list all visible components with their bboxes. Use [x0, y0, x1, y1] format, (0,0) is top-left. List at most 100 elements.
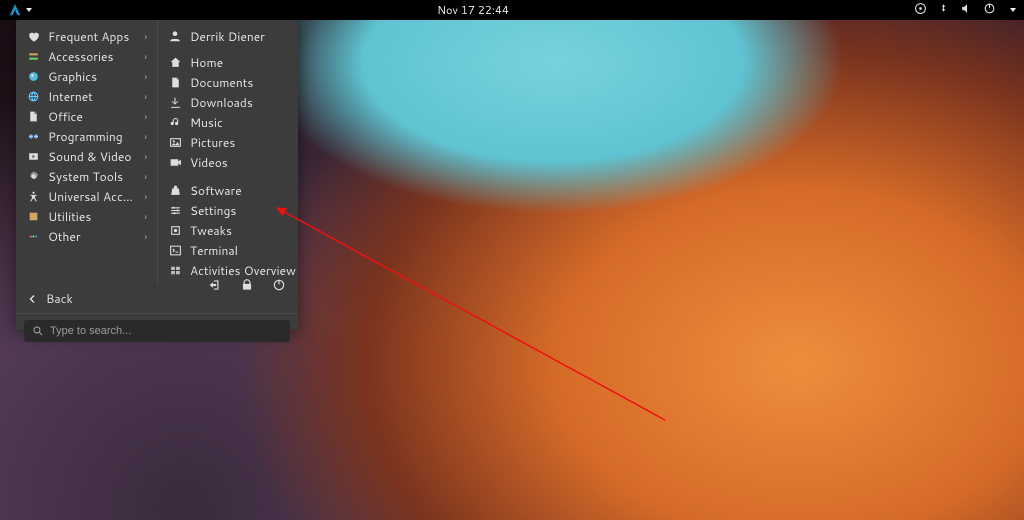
chevron-right-icon: ›	[145, 30, 147, 43]
user-row[interactable]: Derrik Diener	[158, 26, 306, 46]
label: Documents	[190, 74, 296, 91]
lock-button[interactable]	[238, 276, 256, 294]
search-input[interactable]	[50, 325, 282, 337]
menu-categories: Frequent Apps›Accessories›Graphics›Inter…	[16, 20, 158, 284]
network-icon[interactable]	[937, 2, 950, 19]
menu-categories-5[interactable]: Programming ›	[16, 126, 157, 146]
label: Videos	[190, 154, 296, 171]
power-button[interactable]	[270, 276, 288, 294]
home-icon	[168, 56, 182, 69]
chevron-right-icon: ›	[145, 170, 147, 183]
menu-right-pane: Derrik Diener Home Documents Downloads Musi…	[158, 20, 306, 284]
chevron-right-icon: ›	[145, 130, 147, 143]
label: Graphics	[48, 68, 137, 85]
vid-icon	[168, 156, 182, 169]
menu-categories-6[interactable]: Sound & Video ›	[16, 146, 157, 166]
menu-categories-0[interactable]: Frequent Apps ›	[16, 26, 157, 46]
label: Terminal	[190, 242, 296, 259]
menu-places-1[interactable]: Documents	[158, 72, 306, 92]
menu-categories-4[interactable]: Office ›	[16, 106, 157, 126]
menu-system-0[interactable]: Software	[158, 180, 306, 200]
term-icon	[168, 244, 182, 257]
acc-icon	[26, 50, 40, 63]
menu-places: Home Documents Downloads Music Pictures Video…	[158, 52, 306, 172]
label: Home	[190, 54, 296, 71]
label: Utilities	[48, 208, 137, 225]
label: Programming	[48, 128, 137, 145]
menu-categories-7[interactable]: System Tools ›	[16, 166, 157, 186]
menu-places-4[interactable]: Pictures	[158, 132, 306, 152]
label: Sound & Video	[48, 148, 137, 165]
util-icon	[26, 210, 40, 223]
application-menu: Frequent Apps›Accessories›Graphics›Inter…	[16, 20, 298, 330]
chevron-right-icon: ›	[145, 50, 147, 63]
user-icon	[168, 29, 182, 43]
menu-columns: Frequent Apps›Accessories›Graphics›Inter…	[16, 20, 298, 284]
other-icon	[26, 230, 40, 243]
disk-icon[interactable]	[914, 2, 927, 19]
menu-categories-1[interactable]: Accessories ›	[16, 46, 157, 66]
doc-icon	[168, 76, 182, 89]
top-bar: Nov 17 22:44	[0, 0, 1024, 20]
menu-categories-8[interactable]: Universal Access ›	[16, 186, 157, 206]
label: Pictures	[190, 134, 296, 151]
chevron-right-icon: ›	[145, 210, 147, 223]
code-icon	[26, 130, 40, 143]
chevron-right-icon: ›	[145, 150, 147, 163]
back-label: Back	[46, 290, 73, 307]
menu-places-3[interactable]: Music	[158, 112, 306, 132]
menu-places-5[interactable]: Videos	[158, 152, 306, 172]
menu-system-2[interactable]: Tweaks	[158, 220, 306, 240]
menu-places-0[interactable]: Home	[158, 52, 306, 72]
clock[interactable]: Nov 17 22:44	[32, 2, 914, 18]
label: Office	[48, 108, 137, 125]
sliders-icon	[168, 204, 182, 217]
logout-button[interactable]	[206, 276, 224, 294]
session-buttons	[206, 276, 288, 294]
actov-icon	[168, 264, 182, 277]
bag-icon	[168, 184, 182, 197]
menu-categories-10[interactable]: Other›	[16, 226, 157, 246]
label: Frequent Apps	[48, 28, 137, 45]
menu-system-1[interactable]: Settings	[158, 200, 306, 220]
label: Software	[190, 182, 296, 199]
music-icon	[168, 116, 182, 129]
label: System Tools	[48, 168, 137, 185]
arch-logo-icon[interactable]	[8, 3, 22, 17]
menu-categories-2[interactable]: Graphics ›	[16, 66, 157, 86]
label: Accessories	[48, 48, 137, 65]
menu-system-3[interactable]: Terminal	[158, 240, 306, 260]
media-icon	[26, 150, 40, 163]
chevron-right-icon: ›	[145, 190, 147, 203]
label: Downloads	[190, 94, 296, 111]
menu-footer	[16, 313, 298, 350]
label: Tweaks	[190, 222, 296, 239]
chevron-right-icon: ›	[145, 110, 147, 123]
heart-icon	[26, 30, 40, 43]
chevron-down-icon	[1010, 8, 1016, 12]
volume-icon[interactable]	[960, 2, 973, 19]
globe-icon	[26, 90, 40, 103]
gfx-icon	[26, 70, 40, 83]
power-icon[interactable]	[983, 2, 996, 19]
menu-categories-3[interactable]: Internet ›	[16, 86, 157, 106]
label: Universal Access	[48, 188, 137, 205]
label: Settings	[190, 202, 296, 219]
pic-icon	[168, 136, 182, 149]
office-icon	[26, 110, 40, 123]
search-box[interactable]	[24, 320, 290, 342]
label: Music	[190, 114, 296, 131]
down-icon	[168, 96, 182, 109]
tweaks-icon	[168, 224, 182, 237]
search-icon	[32, 325, 44, 337]
chevron-right-icon: ›	[145, 70, 147, 83]
label: Other	[48, 228, 137, 245]
label: Internet	[48, 88, 137, 105]
menu-places-2[interactable]: Downloads	[158, 92, 306, 112]
menu-categories-9[interactable]: Utilities ›	[16, 206, 157, 226]
menu-system: SoftwareSettingsTweaksTerminalActivities…	[158, 180, 306, 280]
user-name: Derrik Diener	[190, 28, 296, 45]
access-icon	[26, 190, 40, 203]
chevron-right-icon: ›	[145, 90, 147, 103]
system-tray[interactable]	[914, 2, 1016, 19]
